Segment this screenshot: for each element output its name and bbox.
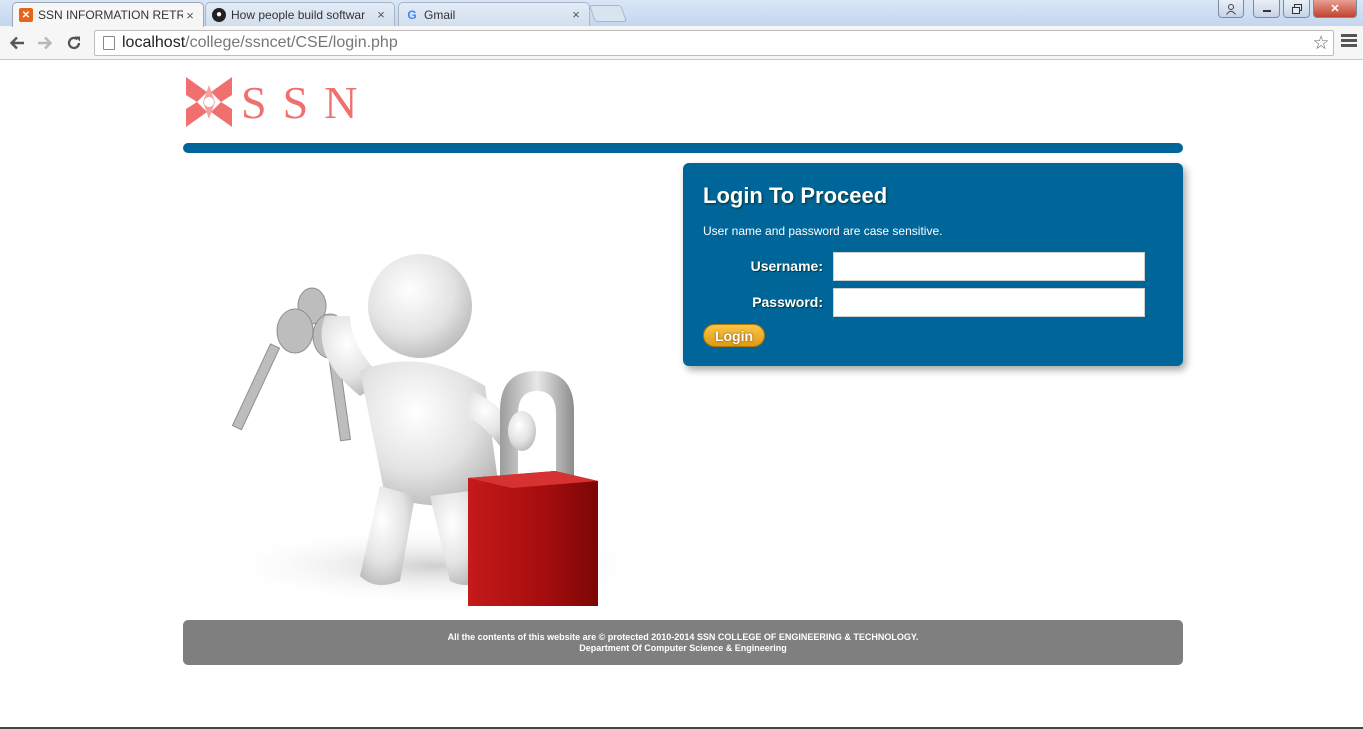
- menu-icon[interactable]: [1341, 34, 1357, 50]
- forward-arrow-icon[interactable]: [34, 32, 56, 54]
- tab-title: How people build softwar: [231, 7, 366, 22]
- window-controls: ✕: [1218, 0, 1357, 18]
- password-input[interactable]: [833, 288, 1145, 317]
- google-icon: G: [407, 7, 417, 22]
- restore-icon[interactable]: [1283, 0, 1310, 18]
- minimize-icon[interactable]: [1253, 0, 1280, 18]
- address-bar[interactable]: localhost/college/ssncet/CSE/login.php ☆: [94, 30, 1334, 56]
- department-text: Department Of Computer Science & Enginee…: [579, 643, 787, 653]
- bookmark-star-icon[interactable]: ☆: [1309, 32, 1333, 55]
- new-tab-button[interactable]: [588, 5, 628, 22]
- case-sensitive-note: User name and password are case sensitiv…: [703, 224, 943, 238]
- page-footer: All the contents of this website are © p…: [183, 620, 1183, 665]
- close-tab-icon[interactable]: ×: [374, 7, 388, 22]
- header-divider-bar: [183, 143, 1183, 153]
- ssn-emblem-icon: [186, 77, 232, 127]
- xampp-icon: ✕: [19, 8, 33, 22]
- tab-gmail[interactable]: G Gmail ×: [398, 2, 590, 26]
- login-title: Login To Proceed: [703, 183, 888, 208]
- username-input[interactable]: [833, 252, 1145, 281]
- url-host: localhost: [122, 34, 186, 51]
- password-label: Password:: [752, 294, 823, 310]
- reload-icon[interactable]: [63, 32, 85, 54]
- github-icon: ●: [212, 7, 226, 22]
- login-button[interactable]: Login: [703, 324, 765, 347]
- url-text: localhost/college/ssncet/CSE/login.php: [122, 34, 1309, 52]
- tab-strip: ✕ SSN INFORMATION RETRI × ● How people b…: [0, 0, 1363, 27]
- username-label: Username:: [750, 258, 823, 274]
- close-tab-icon[interactable]: ×: [183, 8, 197, 23]
- logo-text: SSN: [241, 76, 374, 128]
- browser-toolbar: localhost/college/ssncet/CSE/login.php ☆: [0, 26, 1363, 60]
- user-profile-icon[interactable]: [1218, 0, 1244, 18]
- login-panel: Login To Proceed User name and password …: [683, 163, 1183, 366]
- tab-title: Gmail: [424, 7, 456, 22]
- page-icon: [103, 36, 115, 50]
- close-window-icon[interactable]: ✕: [1313, 0, 1357, 18]
- back-arrow-icon[interactable]: [6, 32, 28, 54]
- security-illustration: [215, 254, 655, 606]
- copyright-text: All the contents of this website are © p…: [447, 632, 919, 642]
- tab-ssn-login[interactable]: ✕ SSN INFORMATION RETRI ×: [12, 2, 204, 27]
- close-tab-icon[interactable]: ×: [569, 7, 583, 22]
- ssn-logo[interactable]: SSN: [183, 75, 373, 129]
- tab-github[interactable]: ● How people build softwar ×: [205, 2, 395, 26]
- page-viewport: SSN Login To Proceed User name and passw…: [0, 61, 1363, 727]
- url-path: /college/ssncet/CSE/login.php: [185, 34, 398, 51]
- tab-title: SSN INFORMATION RETRI: [38, 8, 183, 22]
